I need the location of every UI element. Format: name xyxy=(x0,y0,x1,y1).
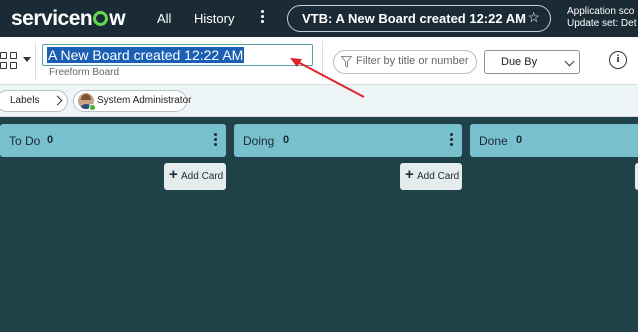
lane-menu-icon[interactable] xyxy=(214,133,218,148)
lane-header-done: Done 0 xyxy=(470,124,638,157)
user-chip-label: System Administrator xyxy=(97,95,192,106)
add-card-button[interactable]: + Add Card xyxy=(400,163,462,190)
chevron-right-icon xyxy=(52,95,63,106)
plus-icon: + xyxy=(169,166,178,183)
lane-menu-icon[interactable] xyxy=(450,133,454,148)
brand-o-icon xyxy=(93,11,109,26)
nav-all-menu[interactable]: All xyxy=(157,11,171,26)
lane-title: Done xyxy=(479,134,508,148)
lane-header-doing: Doing 0 xyxy=(234,124,462,157)
filter-chip-row: Labels System Administrator xyxy=(0,85,638,117)
app-scope-line: Application sco xyxy=(567,6,635,17)
context-title-pill[interactable]: VTB: A New Board created 12:22 AM ☆ xyxy=(287,5,551,32)
brand-text-end: w xyxy=(109,7,126,30)
lane-title: To Do xyxy=(9,134,41,148)
brand-text-start: servicen xyxy=(11,7,93,30)
board-title-selected-text: A New Board created 12:22 AM xyxy=(47,47,245,63)
more-menu-icon[interactable] xyxy=(257,8,267,25)
labels-chip-label: Labels xyxy=(10,95,40,106)
plus-icon: + xyxy=(405,166,414,183)
lane-card-count: 0 xyxy=(516,134,523,146)
lane-title: Doing xyxy=(243,134,275,148)
context-title: VTB: A New Board created 12:22 AM xyxy=(302,11,526,26)
sort-select[interactable]: Due By xyxy=(484,50,580,74)
board-grid-icon[interactable] xyxy=(0,52,18,70)
divider xyxy=(322,41,323,81)
info-icon[interactable]: i xyxy=(609,51,627,69)
add-card-button[interactable]: + Add Card xyxy=(164,163,226,190)
filter-funnel-icon xyxy=(341,56,352,68)
add-card-label: Add Card xyxy=(181,171,224,182)
filter-input[interactable]: Filter by title or number xyxy=(333,50,477,74)
labels-chip[interactable]: Labels xyxy=(0,90,68,112)
user-chip[interactable]: System Administrator xyxy=(73,90,191,112)
app-scope-info[interactable]: Application sco Update set: Det xyxy=(567,6,636,30)
update-set-line: Update set: Det xyxy=(567,18,637,29)
online-status-dot xyxy=(89,104,96,111)
top-nav: servicen w All History VTB: A New Board c… xyxy=(0,0,638,37)
lane-card-count: 0 xyxy=(283,134,290,146)
lane-header-todo: To Do 0 xyxy=(0,124,226,157)
board-header: A New Board created 12:22 AM Freeform Bo… xyxy=(0,37,638,85)
divider xyxy=(35,43,36,79)
board-menu-caret-icon[interactable] xyxy=(23,57,31,62)
board-type-label: Freeform Board xyxy=(49,67,120,78)
add-card-label: Add Card xyxy=(417,171,460,182)
favorite-star-icon[interactable]: ☆ xyxy=(527,9,540,26)
sort-select-value: Due By xyxy=(501,56,538,68)
lane-card-count: 0 xyxy=(47,134,54,146)
filter-placeholder: Filter by title or number xyxy=(356,55,469,67)
chevron-down-icon xyxy=(564,56,575,67)
board-title-input[interactable]: A New Board created 12:22 AM xyxy=(42,44,313,66)
nav-history-menu[interactable]: History xyxy=(194,11,234,26)
servicenow-logo[interactable]: servicen w xyxy=(11,7,126,31)
